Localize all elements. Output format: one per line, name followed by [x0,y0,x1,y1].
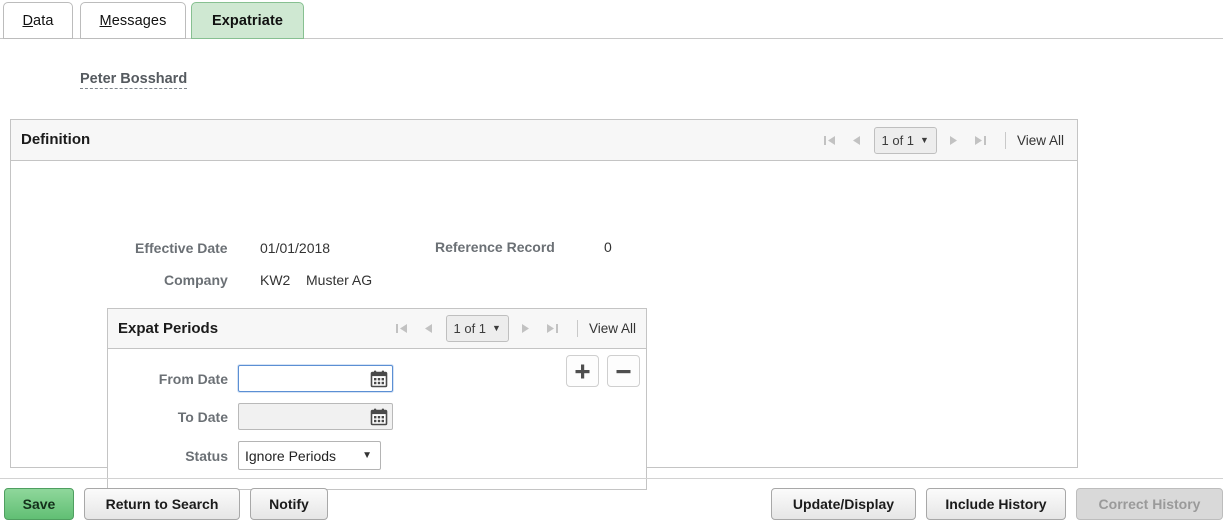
reference-record-value: 0 [604,239,612,255]
tab-messages-label: Messages [100,13,167,29]
definition-panel-body: Effective Date 01/01/2018 Reference Reco… [11,161,1077,490]
definition-view-all-link[interactable]: View All [1017,133,1064,148]
pager-divider [1004,132,1006,149]
save-button[interactable]: Save [4,488,74,520]
return-to-search-button[interactable]: Return to Search [84,488,240,520]
update-display-button[interactable]: Update/Display [771,488,916,520]
footer-divider [0,478,1223,479]
effective-date-value: 01/01/2018 [260,240,331,256]
from-date-input[interactable] [243,367,368,390]
expat-periods-page-counter-label: 1 of 1 [453,321,487,336]
tab-messages[interactable]: Messages [80,2,186,39]
expatriate-page: Data Messages Expatriate Peter Bosshard … [0,0,1223,527]
tab-messages-rest: essages [111,12,167,29]
tab-expatriate-label: Expatriate [211,12,284,29]
company-label: Company [164,272,228,288]
tab-data-rest: ata [33,12,54,29]
chevron-down-icon: ▼ [362,449,372,461]
expat-periods-view-all-link[interactable]: View All [589,321,636,336]
include-history-button[interactable]: Include History [926,488,1066,520]
notify-button[interactable]: Notify [250,488,328,520]
definition-panel-header: Definition 1 of 1 ▼ View All [11,120,1077,161]
expat-periods-pager: 1 of 1 ▼ View All [389,315,636,342]
reference-record-label: Reference Record [435,239,555,255]
first-page-icon[interactable] [817,129,843,153]
expat-periods-title: Expat Periods [118,320,219,337]
tab-data-accesskey: D [22,12,34,29]
status-label: Status [185,447,228,464]
tab-messages-accesskey: M [99,12,112,29]
delete-row-button[interactable] [607,355,640,387]
to-date-input[interactable] [243,405,368,428]
chevron-down-icon: ▼ [492,323,501,333]
row-action-buttons [566,355,640,387]
add-row-button[interactable] [566,355,599,387]
expat-periods-body: From Date To Date Status Ignore Periods … [108,349,646,489]
from-date-label: From Date [158,370,228,387]
employee-name-link[interactable]: Peter Bosshard [80,71,188,89]
pager-divider [576,320,578,337]
from-date-row: From Date [108,365,393,392]
chevron-down-icon: ▼ [920,135,929,145]
definition-panel: Definition 1 of 1 ▼ View All Effective D… [10,119,1078,490]
company-name-value: Muster AG [306,272,373,288]
last-page-icon[interactable] [540,317,566,341]
definition-page-counter[interactable]: 1 of 1 ▼ [873,127,937,154]
definition-pager: 1 of 1 ▼ View All [817,127,1064,154]
first-page-icon[interactable] [389,317,415,341]
from-date-field[interactable] [238,365,393,392]
definition-title: Definition [21,131,91,148]
to-date-field[interactable] [238,403,393,430]
effective-date-label: Effective Date [135,240,228,256]
expat-periods-header: Expat Periods 1 of 1 ▼ View All [108,309,646,349]
last-page-icon[interactable] [968,129,994,153]
expat-periods-grid: Expat Periods 1 of 1 ▼ View All From Dat… [107,308,647,490]
previous-page-icon[interactable] [415,317,441,341]
previous-page-icon[interactable] [843,129,869,153]
status-row: Status Ignore Periods ▼ [108,441,381,470]
to-date-label: To Date [177,408,228,425]
tab-expatriate[interactable]: Expatriate [191,2,304,39]
correct-history-button: Correct History [1076,488,1223,520]
company-code-value: KW2 [260,272,291,288]
to-date-row: To Date [108,403,393,430]
calendar-icon[interactable] [370,370,388,388]
definition-page-counter-label: 1 of 1 [881,133,915,148]
status-selected-value: Ignore Periods [245,447,337,464]
record-header: Peter Bosshard Empl ID KWG101 Reference … [0,39,1223,132]
next-page-icon[interactable] [942,129,968,153]
status-dropdown[interactable]: Ignore Periods ▼ [238,441,381,470]
tab-data[interactable]: Data [3,2,73,39]
calendar-icon[interactable] [370,408,388,426]
tab-data-label: Data [22,13,53,29]
expat-periods-page-counter[interactable]: 1 of 1 ▼ [445,315,509,342]
next-page-icon[interactable] [514,317,540,341]
tab-strip: Data Messages Expatriate [0,0,1223,39]
